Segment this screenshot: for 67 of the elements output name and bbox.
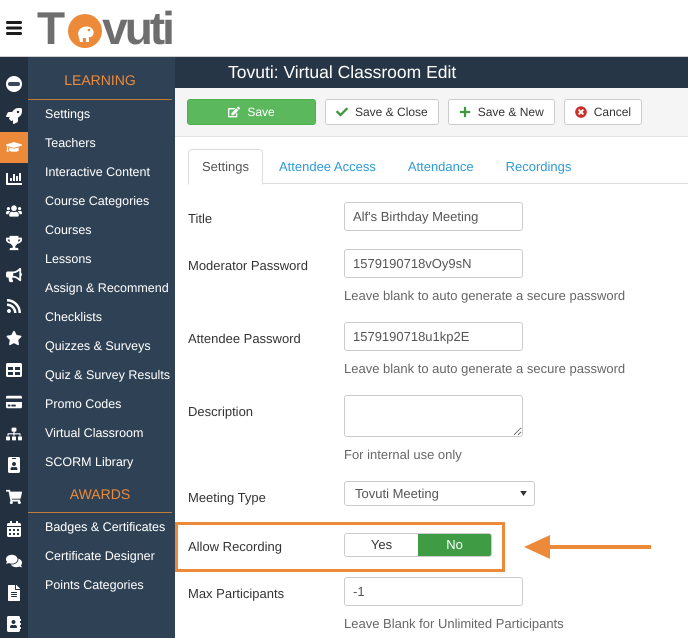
- star-icon: [6, 330, 22, 346]
- document-icon: [6, 584, 22, 601]
- field-label: Moderator Password: [188, 258, 308, 273]
- sidebar-item[interactable]: Quizzes & Surveys: [28, 332, 175, 361]
- sidebar-item[interactable]: Checklists: [28, 303, 175, 332]
- sidebar-item[interactable]: Teachers: [28, 129, 175, 158]
- toolbar-button[interactable]: Save & New: [448, 99, 555, 125]
- sidebar-item[interactable]: Settings: [28, 100, 175, 129]
- cancel-icon: [574, 106, 587, 118]
- text-field[interactable]: Alf's Birthday Meeting: [344, 202, 523, 231]
- sidebar-item[interactable]: Virtual Classroom: [28, 419, 175, 448]
- megaphone-icon: [6, 266, 22, 283]
- sitemap-icon: [6, 426, 22, 442]
- toolbar-button[interactable]: Cancel: [564, 99, 642, 125]
- trophy-icon: [6, 234, 22, 251]
- sidebar-item[interactable]: Badges & Certificates: [28, 513, 175, 542]
- field-label: Description: [188, 404, 254, 419]
- tab[interactable]: Settings: [188, 149, 263, 185]
- feed-icon: [6, 298, 22, 314]
- field-label: Attendee Password: [188, 331, 301, 346]
- select-value: Tovuti Meeting: [355, 484, 439, 503]
- users-icon: [6, 203, 22, 220]
- id-badge-icon: [6, 457, 22, 474]
- field-label: Meeting Type: [188, 490, 266, 505]
- sidebar-item[interactable]: Certificate Designer: [28, 542, 175, 571]
- sidebar-item[interactable]: Course Categories: [28, 187, 175, 216]
- minus-circle-icon: [6, 76, 22, 92]
- help-text: Leave blank to auto generate a secure password: [344, 288, 626, 304]
- sidebar-item[interactable]: Interactive Content: [28, 158, 175, 187]
- sidebar-item[interactable]: Quiz & Survey Results: [28, 361, 175, 390]
- elephant-icon: [68, 14, 102, 48]
- select-field[interactable]: Tovuti Meeting: [344, 481, 535, 506]
- sidebar-item[interactable]: Assign & Recommend: [28, 274, 175, 303]
- contact-book-icon: [6, 616, 22, 632]
- edit-icon: [228, 106, 240, 118]
- sidebar-item[interactable]: SCORM Library: [28, 448, 175, 477]
- sidebar-item[interactable]: Points Categories: [28, 571, 175, 600]
- calendar-icon: [6, 521, 22, 538]
- cart-icon: [6, 489, 22, 506]
- text-field[interactable]: 1579190718vOy9sN: [344, 249, 523, 278]
- sidebar-item[interactable]: Lessons: [28, 245, 175, 274]
- table-icon: [6, 362, 22, 378]
- description-field[interactable]: [344, 395, 523, 437]
- toolbar-button[interactable]: Save & Close: [325, 99, 439, 125]
- field-label: Max Participants: [188, 586, 284, 601]
- logo-text: T: [37, 5, 66, 51]
- page-title: Tovuti: Virtual Classroom Edit: [228, 61, 456, 84]
- check-icon: [336, 106, 348, 118]
- bar-chart-icon: [6, 171, 22, 188]
- sidebar-heading: LEARNING: [64, 72, 136, 89]
- caret-icon: [520, 491, 527, 496]
- field-label: Allow Recording: [188, 539, 282, 554]
- plus-icon: [458, 106, 471, 118]
- sidebar-item[interactable]: Promo Codes: [28, 390, 175, 419]
- field-label: Title: [188, 211, 212, 226]
- text-field[interactable]: -1: [344, 577, 523, 606]
- credit-card-icon: [6, 394, 22, 410]
- help-text: Leave blank to auto generate a secure password: [344, 361, 626, 377]
- sidebar-item[interactable]: Courses: [28, 216, 175, 245]
- sidebar-heading: AWARDS: [70, 486, 130, 503]
- help-text: Leave Blank for Unlimited Participants: [344, 616, 564, 632]
- menu-icon[interactable]: [6, 21, 22, 35]
- logo-text: vuti: [102, 5, 172, 51]
- chat-icon: [6, 552, 22, 569]
- help-text: For internal use only: [344, 447, 463, 463]
- text-field[interactable]: 1579190718u1kp2E: [344, 322, 523, 351]
- rocket-icon: [6, 108, 22, 124]
